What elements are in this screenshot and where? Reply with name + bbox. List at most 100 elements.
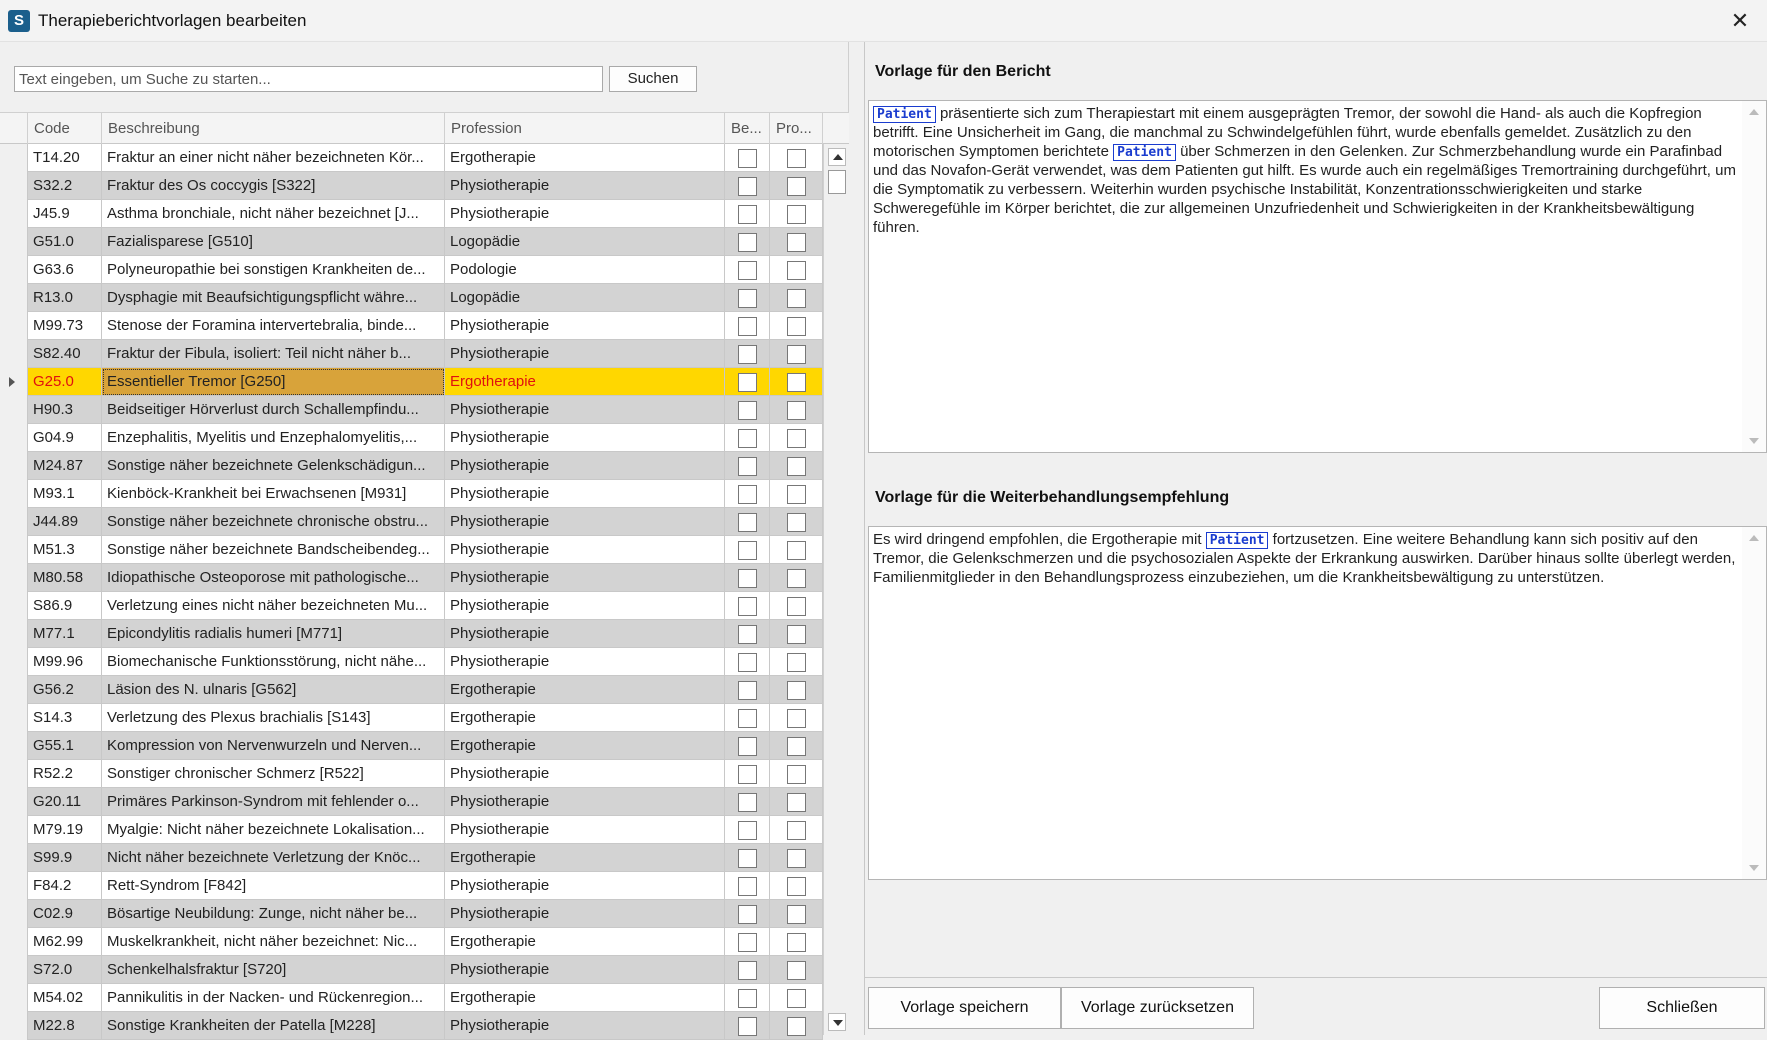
cell-profession[interactable]: Physiotherapie bbox=[445, 1012, 725, 1040]
cell-description[interactable]: Fraktur der Fibula, isoliert: Teil nicht… bbox=[102, 340, 445, 368]
table-row[interactable]: R13.0 Dysphagie mit Beaufsichtigungspflic… bbox=[0, 284, 823, 312]
be-checkbox[interactable] bbox=[738, 905, 757, 924]
cell-code[interactable]: J45.9 bbox=[28, 200, 102, 228]
pro-checkbox[interactable] bbox=[787, 709, 806, 728]
be-checkbox[interactable] bbox=[738, 849, 757, 868]
row-header[interactable] bbox=[0, 284, 28, 312]
cell-description[interactable]: Fazialisparese [G510] bbox=[102, 228, 445, 256]
row-header[interactable] bbox=[0, 956, 28, 984]
pro-checkbox[interactable] bbox=[787, 597, 806, 616]
pro-checkbox[interactable] bbox=[787, 485, 806, 504]
cell-description[interactable]: Kompression von Nervenwurzeln und Nerven… bbox=[102, 732, 445, 760]
table-row[interactable]: M54.02 Pannikulitis in der Nacken- und Rü… bbox=[0, 984, 823, 1012]
be-checkbox[interactable] bbox=[738, 317, 757, 336]
cell-description[interactable]: Kienböck-Krankheit bei Erwachsenen [M931… bbox=[102, 480, 445, 508]
cell-description[interactable]: Epicondylitis radialis humeri [M771] bbox=[102, 620, 445, 648]
table-row[interactable]: M80.58 Idiopathische Osteoporose mit path… bbox=[0, 564, 823, 592]
cell-code[interactable]: S99.9 bbox=[28, 844, 102, 872]
close-window-icon[interactable]: ✕ bbox=[1725, 6, 1755, 36]
cell-code[interactable]: G51.0 bbox=[28, 228, 102, 256]
pro-checkbox[interactable] bbox=[787, 681, 806, 700]
be-checkbox[interactable] bbox=[738, 625, 757, 644]
cell-code[interactable]: M99.73 bbox=[28, 312, 102, 340]
cell-description[interactable]: Sonstige näher bezeichnete chronische ob… bbox=[102, 508, 445, 536]
cell-description[interactable]: Nicht näher bezeichnete Verletzung der K… bbox=[102, 844, 445, 872]
row-header[interactable] bbox=[0, 564, 28, 592]
table-row[interactable]: M77.1 Epicondylitis radialis humeri [M771… bbox=[0, 620, 823, 648]
pro-checkbox[interactable] bbox=[787, 737, 806, 756]
table-row[interactable]: F84.2 Rett-Syndrom [F842] Physiotherapie bbox=[0, 872, 823, 900]
cell-description[interactable]: Sonstiger chronischer Schmerz [R522] bbox=[102, 760, 445, 788]
be-checkbox[interactable] bbox=[738, 205, 757, 224]
row-header[interactable] bbox=[0, 732, 28, 760]
pro-checkbox[interactable] bbox=[787, 317, 806, 336]
table-row[interactable]: H90.3 Beidseitiger Hörverlust durch Schal… bbox=[0, 396, 823, 424]
cell-code[interactable]: M99.96 bbox=[28, 648, 102, 676]
row-header[interactable] bbox=[0, 480, 28, 508]
cell-description[interactable]: Stenose der Foramina intervertebralia, b… bbox=[102, 312, 445, 340]
cell-code[interactable]: G20.11 bbox=[28, 788, 102, 816]
search-input[interactable] bbox=[14, 66, 603, 92]
be-checkbox[interactable] bbox=[738, 429, 757, 448]
cell-description[interactable]: Polyneuropathie bei sonstigen Krankheite… bbox=[102, 256, 445, 284]
table-row-selected[interactable]: G25.0 Essentieller Tremor [G250] Ergothera… bbox=[0, 368, 823, 396]
pro-checkbox[interactable] bbox=[787, 877, 806, 896]
pro-checkbox[interactable] bbox=[787, 373, 806, 392]
cell-profession[interactable]: Ergotherapie bbox=[445, 676, 725, 704]
cell-profession[interactable]: Physiotherapie bbox=[445, 200, 725, 228]
pro-checkbox[interactable] bbox=[787, 177, 806, 196]
row-header[interactable] bbox=[0, 816, 28, 844]
cell-profession[interactable]: Physiotherapie bbox=[445, 620, 725, 648]
pro-checkbox[interactable] bbox=[787, 653, 806, 672]
cell-profession[interactable]: Logopädie bbox=[445, 228, 725, 256]
column-header-description[interactable]: Beschreibung bbox=[102, 113, 445, 145]
be-checkbox[interactable] bbox=[738, 877, 757, 896]
row-header[interactable] bbox=[0, 536, 28, 564]
pro-checkbox[interactable] bbox=[787, 457, 806, 476]
row-header[interactable] bbox=[0, 172, 28, 200]
cell-code[interactable]: G56.2 bbox=[28, 676, 102, 704]
table-row[interactable]: R52.2 Sonstiger chronischer Schmerz [R522… bbox=[0, 760, 823, 788]
pro-checkbox[interactable] bbox=[787, 149, 806, 168]
cell-code[interactable]: F84.2 bbox=[28, 872, 102, 900]
cell-description[interactable]: Sonstige näher bezeichnete Gelenkschädig… bbox=[102, 452, 445, 480]
table-row[interactable]: S82.40 Fraktur der Fibula, isoliert: Teil… bbox=[0, 340, 823, 368]
be-checkbox[interactable] bbox=[738, 765, 757, 784]
be-checkbox[interactable] bbox=[738, 485, 757, 504]
cell-profession[interactable]: Physiotherapie bbox=[445, 564, 725, 592]
be-checkbox[interactable] bbox=[738, 373, 757, 392]
cell-code[interactable]: G25.0 bbox=[28, 368, 102, 396]
cell-profession[interactable]: Logopädie bbox=[445, 284, 725, 312]
row-header[interactable] bbox=[0, 368, 28, 396]
row-header[interactable] bbox=[0, 900, 28, 928]
cell-profession[interactable]: Physiotherapie bbox=[445, 424, 725, 452]
row-header[interactable] bbox=[0, 620, 28, 648]
cell-description[interactable]: Schenkelhalsfraktur [S720] bbox=[102, 956, 445, 984]
column-header-code[interactable]: Code bbox=[28, 113, 102, 145]
cell-profession[interactable]: Podologie bbox=[445, 256, 725, 284]
be-checkbox[interactable] bbox=[738, 177, 757, 196]
row-header[interactable] bbox=[0, 340, 28, 368]
cell-description[interactable]: Sonstige näher bezeichnete Bandscheibend… bbox=[102, 536, 445, 564]
be-checkbox[interactable] bbox=[738, 401, 757, 420]
cell-profession[interactable]: Physiotherapie bbox=[445, 592, 725, 620]
row-header[interactable] bbox=[0, 508, 28, 536]
row-header[interactable] bbox=[0, 396, 28, 424]
pro-checkbox[interactable] bbox=[787, 261, 806, 280]
be-checkbox[interactable] bbox=[738, 709, 757, 728]
scroll-down-button[interactable] bbox=[828, 1013, 846, 1031]
pro-checkbox[interactable] bbox=[787, 1017, 806, 1036]
cell-profession[interactable]: Physiotherapie bbox=[445, 872, 725, 900]
cell-profession[interactable]: Ergotherapie bbox=[445, 144, 725, 172]
be-checkbox[interactable] bbox=[738, 569, 757, 588]
pro-checkbox[interactable] bbox=[787, 541, 806, 560]
be-checkbox[interactable] bbox=[738, 1017, 757, 1036]
cell-profession[interactable]: Physiotherapie bbox=[445, 648, 725, 676]
table-row[interactable]: T14.20 Fraktur an einer nicht näher bezei… bbox=[0, 144, 823, 172]
cell-profession[interactable]: Physiotherapie bbox=[445, 956, 725, 984]
cell-code[interactable]: M93.1 bbox=[28, 480, 102, 508]
patient-placeholder-token[interactable]: Patient bbox=[873, 106, 936, 123]
row-header[interactable] bbox=[0, 424, 28, 452]
cell-code[interactable]: H90.3 bbox=[28, 396, 102, 424]
table-row[interactable]: S32.2 Fraktur des Os coccygis [S322] Physi… bbox=[0, 172, 823, 200]
